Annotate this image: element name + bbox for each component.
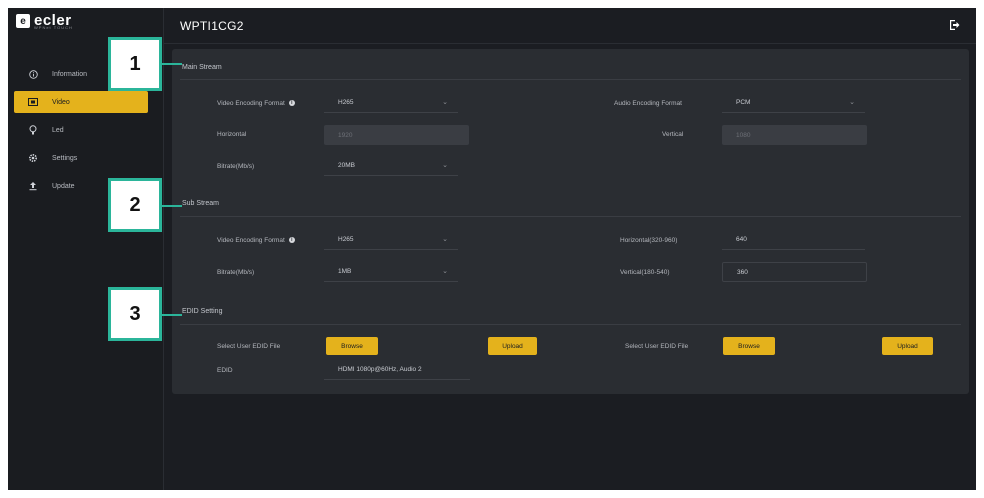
main-stream-divider: [180, 79, 961, 80]
upload-button-2[interactable]: Upload: [882, 337, 933, 355]
sub-vertical-label: Vertical(180-540): [620, 269, 670, 276]
info-icon: [26, 69, 40, 79]
main-vertical-input: 1080: [722, 125, 867, 145]
main-audio-encoding-select[interactable]: PCM ⌄: [722, 93, 865, 113]
chevron-down-icon: ⌄: [442, 99, 448, 106]
chevron-down-icon: ⌄: [442, 268, 448, 275]
sidebar-item-label: Settings: [52, 154, 78, 162]
logout-button[interactable]: [946, 16, 964, 34]
bulb-icon: [26, 125, 40, 135]
sub-horizontal-input[interactable]: 640: [722, 230, 865, 250]
sub-bitrate-label: Bitrate(Mb/s): [217, 269, 255, 276]
callout-2: 2: [108, 178, 162, 232]
select-edid-file-label-2: Select User EDID File: [625, 343, 689, 350]
sidebar-item-label: Video: [52, 98, 70, 106]
sub-horizontal-label: Horizontal(320-960): [620, 237, 678, 244]
main-bitrate-label: Bitrate(Mb/s): [217, 163, 255, 170]
callout-3: 3: [108, 287, 162, 341]
sub-vertical-input[interactable]: 360: [722, 262, 867, 282]
logout-icon: [950, 20, 960, 30]
main-horizontal-input: 1920: [324, 125, 469, 145]
logo-subtitle: WPNet TOUCH: [34, 25, 73, 30]
chevron-down-icon: ⌄: [442, 162, 448, 169]
app-window: e ecler WPNet TOUCH Information Video Le…: [8, 8, 976, 490]
sidebar-item-settings[interactable]: Settings: [8, 144, 164, 172]
sub-video-encoding-select[interactable]: H265 ⌄: [324, 230, 458, 250]
sidebar-item-label: Update: [52, 182, 75, 190]
edid-label: EDID: [217, 367, 233, 374]
main-bitrate-select[interactable]: 20MB ⌄: [324, 156, 458, 176]
main-audio-encoding-label: Audio Encoding Format: [614, 100, 682, 107]
sidebar-item-led[interactable]: Led: [8, 116, 164, 144]
edid-select[interactable]: HDMI 1080p@60Hz, Audio 2: [324, 360, 470, 380]
gear-icon: [26, 153, 40, 163]
chevron-down-icon: ⌄: [849, 99, 855, 106]
logo-mark-icon: e: [16, 14, 30, 28]
sub-video-encoding-label: Video Encoding Format i: [217, 237, 295, 244]
top-bar: WPTI1CG2: [164, 8, 976, 44]
chevron-down-icon: ⌄: [442, 236, 448, 243]
main-video-encoding-select[interactable]: H265 ⌄: [324, 93, 458, 113]
edid-setting-divider: [180, 324, 961, 325]
sub-stream-title: Sub Stream: [182, 200, 219, 207]
main-vertical-label: Vertical: [662, 131, 684, 138]
sub-stream-divider: [180, 216, 961, 217]
browse-button-2[interactable]: Browse: [723, 337, 775, 355]
info-dot-icon: i: [288, 237, 295, 244]
browse-button[interactable]: Browse: [326, 337, 378, 355]
sidebar-item-label: Led: [52, 126, 64, 134]
sub-bitrate-select[interactable]: 1MB ⌄: [324, 262, 458, 282]
callout-1: 1: [108, 37, 162, 91]
main-stream-title: Main Stream: [182, 64, 222, 71]
sidebar-item-label: Information: [52, 70, 88, 78]
edid-setting-title: EDID Setting: [182, 308, 223, 315]
select-edid-file-label: Select User EDID File: [217, 343, 281, 350]
video-icon: [26, 98, 40, 106]
main-horizontal-label: Horizontal: [217, 131, 247, 138]
main-video-encoding-label: Video Encoding Format i: [217, 100, 295, 107]
sidebar-item-video[interactable]: Video: [14, 91, 148, 113]
video-settings-panel: Main Stream Video Encoding Format i H265 ⌄…: [172, 49, 969, 394]
info-dot-icon: i: [288, 100, 295, 107]
device-title: WPTI1CG2: [180, 19, 244, 33]
upload-icon: [26, 181, 40, 191]
upload-button[interactable]: Upload: [488, 337, 537, 355]
